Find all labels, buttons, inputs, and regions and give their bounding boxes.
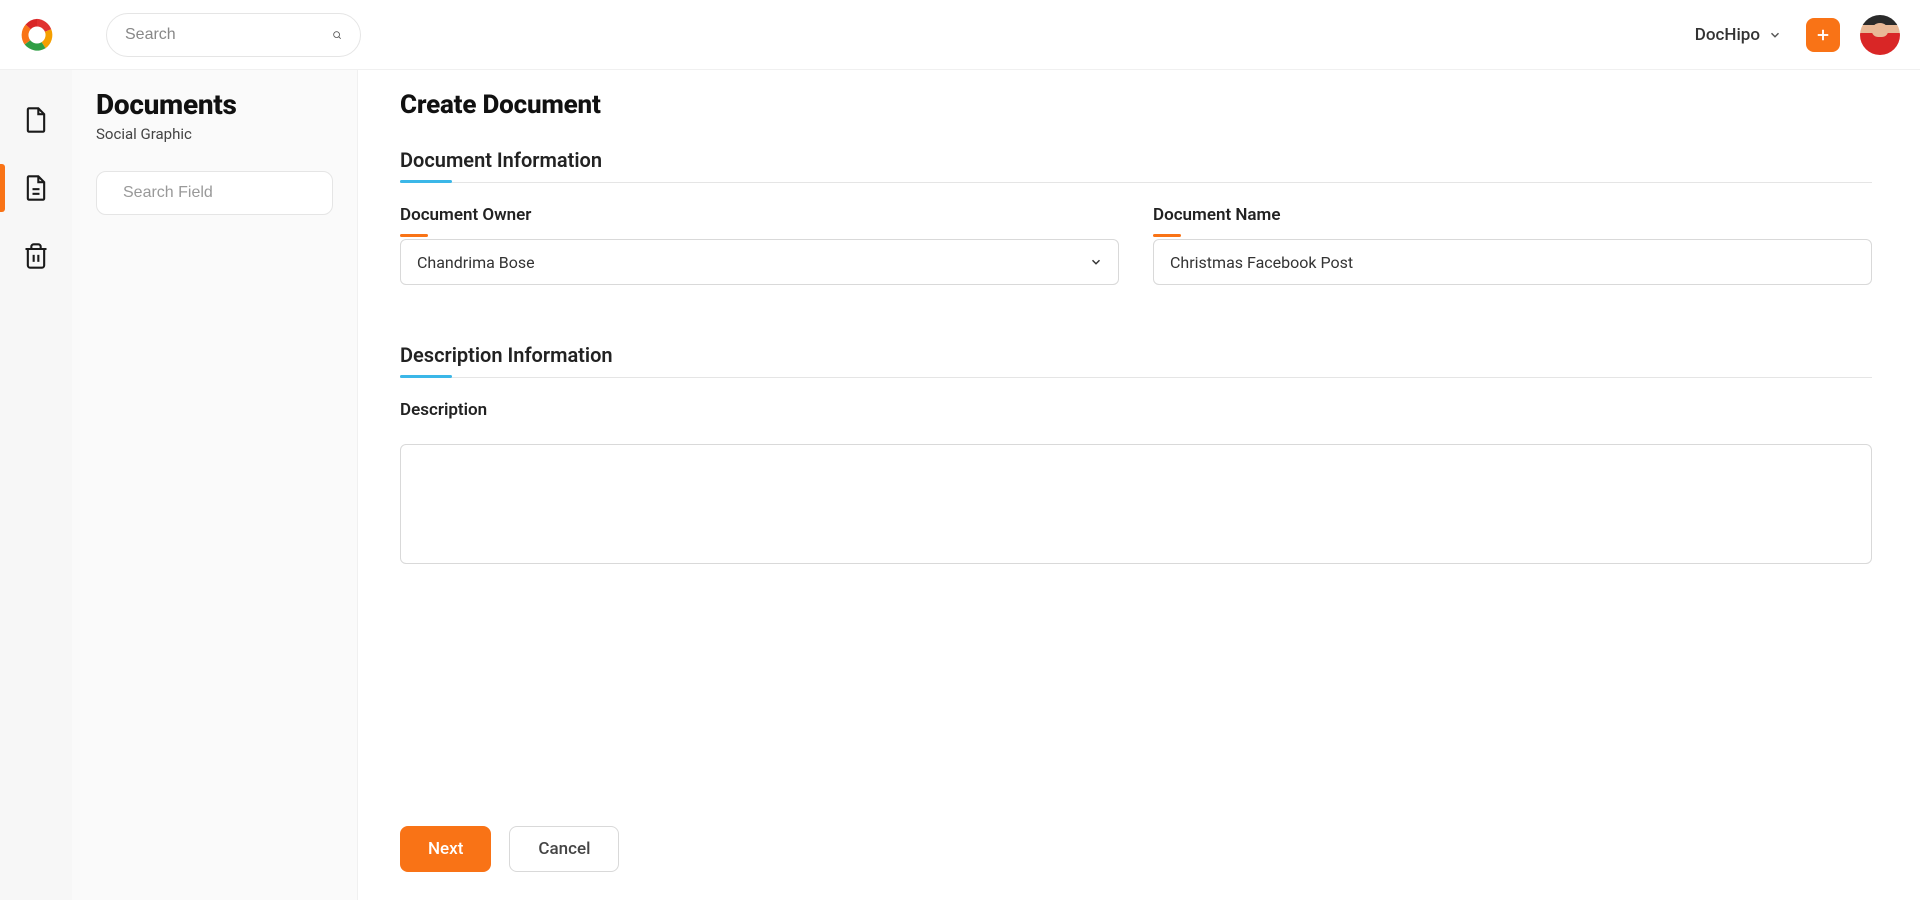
description-textarea[interactable] xyxy=(400,444,1872,564)
user-avatar[interactable] xyxy=(1860,15,1900,55)
trash-icon xyxy=(22,242,50,270)
page-title: Create Document xyxy=(400,90,1872,120)
document-owner-select[interactable]: Chandrima Bose xyxy=(400,239,1119,285)
nav-new-document[interactable] xyxy=(0,88,72,152)
create-button[interactable] xyxy=(1806,18,1840,52)
document-blank-icon xyxy=(22,106,50,134)
search-icon xyxy=(332,25,342,45)
global-search[interactable] xyxy=(106,13,361,57)
workspace-name: DocHipo xyxy=(1695,25,1760,45)
panel-title: Documents xyxy=(96,88,333,121)
app-logo[interactable] xyxy=(18,16,56,54)
main-content: Create Document Document Information Doc… xyxy=(358,70,1920,900)
global-search-input[interactable] xyxy=(125,26,332,44)
documents-panel: Documents Social Graphic xyxy=(72,70,358,900)
cancel-button[interactable]: Cancel xyxy=(509,826,619,872)
document-text-icon xyxy=(22,174,50,202)
section-document-information: Document Information xyxy=(400,148,1872,183)
document-name-input[interactable] xyxy=(1153,239,1872,285)
plus-icon xyxy=(1814,26,1832,44)
nav-trash[interactable] xyxy=(0,224,72,288)
label-document-owner: Document Owner xyxy=(400,205,1119,225)
topbar: DocHipo xyxy=(0,0,1920,70)
nav-rail xyxy=(0,70,72,900)
panel-search[interactable] xyxy=(96,171,333,215)
next-button[interactable]: Next xyxy=(400,826,491,872)
panel-subtitle: Social Graphic xyxy=(96,125,333,143)
label-document-name: Document Name xyxy=(1153,205,1872,225)
chevron-down-icon xyxy=(1768,28,1782,42)
panel-search-input[interactable] xyxy=(123,184,330,202)
form-actions: Next Cancel xyxy=(400,826,1872,872)
nav-documents[interactable] xyxy=(0,156,72,220)
label-description: Description xyxy=(400,400,1872,420)
workspace-dropdown[interactable]: DocHipo xyxy=(1695,25,1782,45)
section-description-information: Description Information xyxy=(400,343,1872,378)
